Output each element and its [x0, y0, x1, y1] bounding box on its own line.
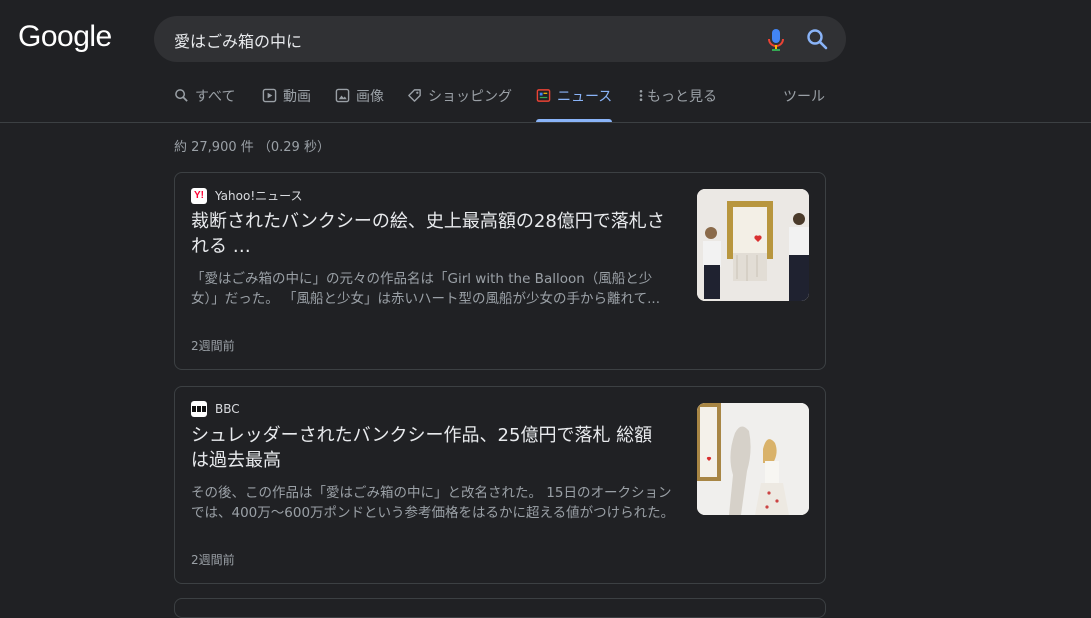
search-icon[interactable]	[806, 28, 828, 50]
video-icon	[262, 88, 277, 103]
result-source[interactable]: BBC	[191, 401, 240, 417]
bbc-icon	[191, 401, 207, 417]
google-logo[interactable]: Google	[18, 20, 112, 54]
tab-shopping[interactable]: ショッピング	[407, 86, 512, 122]
source-name: Yahoo!ニュース	[215, 189, 303, 203]
tools-button[interactable]: ツール	[783, 86, 825, 122]
result-source[interactable]: Y! Yahoo!ニュース	[191, 187, 303, 204]
news-result-card[interactable]: BBC シュレッダーされたバンクシー作品、25億円で落札 総額は過去最高 その後…	[174, 386, 826, 584]
result-thumbnail[interactable]	[697, 189, 809, 301]
tab-label: もっと見る	[647, 89, 717, 105]
banksy-frame-photo	[697, 189, 809, 301]
news-result-card-partial[interactable]	[174, 598, 826, 618]
tag-icon	[408, 89, 421, 102]
tab-label: すべて	[195, 89, 236, 105]
result-stats: 約 27,900 件 （0.29 秒）	[174, 140, 330, 155]
microphone-icon[interactable]	[766, 28, 786, 52]
tab-all[interactable]: すべて	[174, 86, 235, 122]
tab-label: ニュース	[557, 89, 613, 105]
tab-videos[interactable]: 動画	[262, 86, 311, 122]
search-tabs: すべて 動画 画像 ショッピング ニュース もっと見る ツール	[174, 86, 854, 122]
tab-label: 画像	[356, 89, 384, 105]
yahoo-japan-icon: Y!	[191, 187, 207, 204]
search-icon	[175, 89, 188, 102]
result-thumbnail[interactable]	[697, 403, 809, 515]
news-icon	[536, 89, 551, 102]
image-icon	[335, 88, 350, 103]
tab-news[interactable]: ニュース	[536, 86, 613, 122]
source-name: BBC	[215, 402, 240, 416]
result-title[interactable]: シュレッダーされたバンクシー作品、25億円で落札 総額は過去最高	[191, 423, 669, 473]
tools-label: ツール	[783, 89, 825, 105]
tab-more[interactable]: もっと見る	[638, 86, 717, 122]
result-date: 2週間前	[191, 339, 235, 353]
tab-label: 動画	[283, 89, 311, 105]
result-snippet: その後、この作品は「愛はごみ箱の中に」と改名された。 15日のオークションでは、…	[191, 485, 675, 521]
search-input[interactable]: 愛はごみ箱の中に	[174, 28, 302, 52]
banksy-woman-photo	[697, 403, 809, 515]
result-date: 2週間前	[191, 553, 235, 567]
more-vert-icon	[639, 89, 643, 102]
search-box[interactable]: 愛はごみ箱の中に	[154, 16, 846, 62]
tab-images[interactable]: 画像	[335, 86, 384, 122]
tab-label: ショッピング	[428, 89, 512, 105]
header-divider	[0, 122, 1091, 123]
result-snippet: 「愛はごみ箱の中に」の元々の作品名は「Girl with the Balloon…	[191, 271, 661, 307]
result-title[interactable]: 裁断されたバンクシーの絵、史上最高額の28億円で落札される …	[191, 209, 669, 259]
news-result-card[interactable]: Y! Yahoo!ニュース 裁断されたバンクシーの絵、史上最高額の28億円で落札…	[174, 172, 826, 370]
